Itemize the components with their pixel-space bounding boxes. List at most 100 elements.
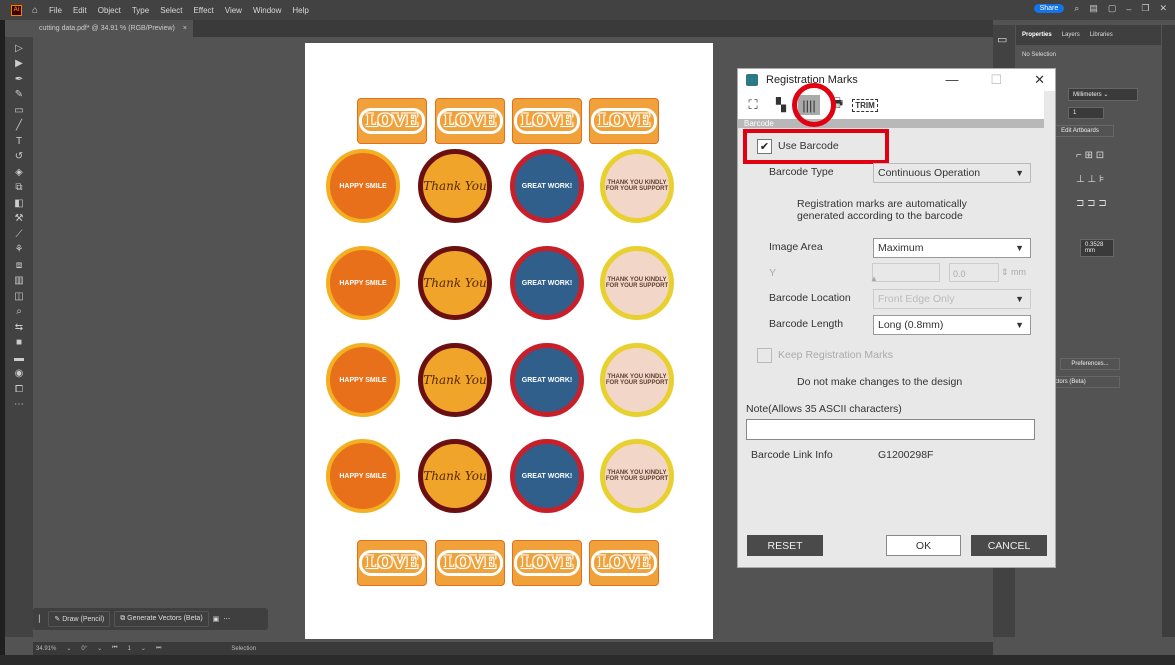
comments-icon[interactable]: ▭ <box>997 33 1015 46</box>
trim-icon[interactable]: TRIM <box>852 95 878 115</box>
mesh-tool-icon[interactable]: ⚒ <box>10 212 28 227</box>
search-icon[interactable]: ⌕ <box>1074 3 1079 14</box>
grid-marks-icon[interactable]: ▚ <box>770 95 792 115</box>
snap-icons[interactable]: ⊐ ⊐ ⊐ <box>1076 198 1107 209</box>
paintbrush-tool-icon[interactable]: ╱ <box>10 119 28 134</box>
love-sticker[interactable]: LOVE <box>357 98 427 144</box>
curvature-tool-icon[interactable]: ✎ <box>10 88 28 103</box>
love-sticker[interactable]: LOVE <box>435 540 505 586</box>
artboard-dropdown-icon[interactable]: ⌄ <box>141 645 146 652</box>
edit-artboards-button[interactable]: Edit Artboards <box>1046 125 1114 137</box>
happy-smile-sticker[interactable]: HAPPY SMILE <box>326 343 400 417</box>
document-tab[interactable]: cutting data.pdf* @ 34.91 % (RGB/Preview… <box>33 20 193 37</box>
great-work-sticker[interactable]: GREAT WORK! <box>510 439 584 513</box>
thank-you-sticker[interactable]: Thank You <box>418 149 492 223</box>
rotate-tool-icon[interactable]: ↺ <box>10 150 28 165</box>
zoom-dropdown-icon[interactable]: ⌄ <box>66 645 71 652</box>
great-work-sticker[interactable]: GREAT WORK! <box>510 149 584 223</box>
love-sticker[interactable]: LOVE <box>357 540 427 586</box>
happy-smile-sticker[interactable]: HAPPY SMILE <box>326 246 400 320</box>
eraser-tool-icon[interactable]: ◈ <box>10 165 28 180</box>
share-button[interactable]: Share <box>1033 4 1065 13</box>
love-sticker[interactable]: LOVE <box>512 98 582 144</box>
last-artboard-icon[interactable]: ⏭ <box>156 645 161 652</box>
barcode-length-select[interactable]: Long (0.8mm) ▼ <box>873 315 1031 335</box>
ruler-icons[interactable]: ⌐ ⊞ ⊡ <box>1076 150 1104 161</box>
draw-pencil-button[interactable]: ✎ Draw (Pencil) <box>48 611 111 627</box>
tab-libraries[interactable]: Libraries <box>1090 32 1113 38</box>
preferences-button[interactable]: Preferences... <box>1060 358 1120 370</box>
dialog-minimize-icon[interactable]: — <box>945 72 958 88</box>
rectangle-tool-icon[interactable]: ▭ <box>10 103 28 118</box>
rotation-dropdown-icon[interactable]: ⌄ <box>97 645 102 652</box>
home-icon[interactable]: ⌂ <box>32 5 38 16</box>
menu-window[interactable]: Window <box>253 6 281 15</box>
artboard-tool-icon[interactable]: ◫ <box>10 289 28 304</box>
more-tools-icon[interactable]: ⋯ <box>10 398 28 413</box>
zoom-tool-icon[interactable]: ⌕ <box>10 305 28 320</box>
zoom-level[interactable]: 34.91% <box>36 646 56 652</box>
artboard-select[interactable]: 1 <box>1068 107 1104 119</box>
type-tool-icon[interactable]: T <box>10 134 28 149</box>
close-tab-icon[interactable]: × <box>183 25 187 32</box>
direct-selection-tool-icon[interactable]: ▶ <box>10 57 28 72</box>
artboard-number[interactable]: 1 <box>128 646 131 652</box>
happy-smile-sticker[interactable]: HAPPY SMILE <box>326 439 400 513</box>
great-work-sticker[interactable]: GREAT WORK! <box>510 343 584 417</box>
happy-smile-sticker[interactable]: HAPPY SMILE <box>326 149 400 223</box>
ok-button[interactable]: OK <box>886 535 961 556</box>
units-select[interactable]: Millimeters ⌄ <box>1068 88 1138 101</box>
thank-you-kindly-sticker[interactable]: THANK YOU KINDLY FOR YOUR SUPPORT <box>600 246 674 320</box>
generate-vectors-button[interactable]: ⧉ Generate Vectors (Beta) <box>114 611 209 627</box>
dialog-close-icon[interactable]: ✕ <box>1034 72 1045 88</box>
menu-view[interactable]: View <box>225 6 242 15</box>
thank-you-kindly-sticker[interactable]: THANK YOU KINDLY FOR YOUR SUPPORT <box>600 149 674 223</box>
barcode-type-select[interactable]: Continuous Operation ▼ <box>873 163 1031 183</box>
menu-file[interactable]: File <box>49 6 62 15</box>
thank-you-sticker[interactable]: Thank You <box>418 343 492 417</box>
tab-properties[interactable]: Properties <box>1022 32 1052 38</box>
draw-mode-icon[interactable]: ◉ <box>10 367 28 382</box>
tab-layers[interactable]: Layers <box>1062 32 1080 38</box>
symbol-sprayer-tool-icon[interactable]: ⧈ <box>10 258 28 273</box>
love-sticker[interactable]: LOVE <box>589 540 659 586</box>
first-artboard-icon[interactable]: ⏮ <box>112 645 117 652</box>
menu-object[interactable]: Object <box>98 6 121 15</box>
menu-type[interactable]: Type <box>132 6 149 15</box>
gradient-tool-icon[interactable]: ◧ <box>10 196 28 211</box>
drag-handle[interactable]: ▏ <box>39 615 44 623</box>
great-work-sticker[interactable]: GREAT WORK! <box>510 246 584 320</box>
reset-button[interactable]: RESET <box>747 535 823 556</box>
love-sticker[interactable]: LOVE <box>512 540 582 586</box>
close-icon[interactable]: ✕ <box>1159 3 1167 14</box>
arrange-documents-icon[interactable]: ▤ <box>1089 3 1098 14</box>
shape-builder-tool-icon[interactable]: ⧉ <box>10 181 28 196</box>
artboard[interactable]: LOVE LOVE LOVE LOVE HAPPY SMILE Thank You… <box>305 43 713 639</box>
swap-colors-icon[interactable]: ⇆ <box>10 320 28 335</box>
blend-tool-icon[interactable]: ⚘ <box>10 243 28 258</box>
panel-scrollbar[interactable] <box>1162 25 1175 637</box>
restore-icon[interactable]: ❐ <box>1141 3 1149 14</box>
keyboard-increment-input[interactable]: 0.3528 mm <box>1080 239 1114 257</box>
pen-tool-icon[interactable]: ✒ <box>10 72 28 87</box>
eyedropper-tool-icon[interactable]: ⟋ <box>10 227 28 242</box>
guide-icons[interactable]: ⊥ ⊥ ⊧ <box>1076 174 1104 185</box>
thank-you-sticker[interactable]: Thank You <box>418 439 492 513</box>
minimize-icon[interactable]: – <box>1126 4 1131 14</box>
graph-tool-icon[interactable]: ▥ <box>10 274 28 289</box>
thank-you-sticker[interactable]: Thank You <box>418 246 492 320</box>
image-area-select[interactable]: Maximum ▼ <box>873 238 1031 258</box>
image-trace-icon[interactable]: ▣ <box>213 615 220 623</box>
menu-help[interactable]: Help <box>292 6 308 15</box>
menu-select[interactable]: Select <box>160 6 182 15</box>
note-input[interactable] <box>746 419 1035 440</box>
love-sticker[interactable]: LOVE <box>589 98 659 144</box>
corner-marks-icon[interactable]: ⛶ <box>742 95 764 115</box>
menu-edit[interactable]: Edit <box>73 6 87 15</box>
fill-stroke-icon[interactable]: ■ <box>10 336 28 351</box>
use-barcode-checkbox[interactable]: ✔ <box>757 139 772 154</box>
love-sticker[interactable]: LOVE <box>435 98 505 144</box>
menu-effect[interactable]: Effect <box>193 6 213 15</box>
rotation-value[interactable]: 0° <box>81 646 87 652</box>
selection-tool-icon[interactable]: ▷ <box>10 41 28 56</box>
